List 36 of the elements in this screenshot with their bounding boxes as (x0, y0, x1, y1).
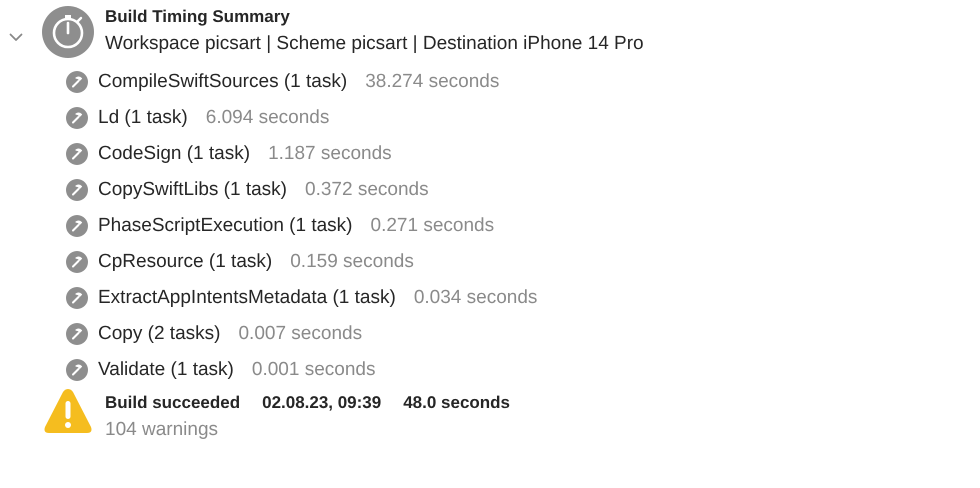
task-name: CopySwiftLibs (1 task) (98, 179, 288, 201)
task-duration: 0.007 seconds (238, 323, 362, 345)
hammer-icon (66, 71, 88, 93)
warning-count: 104 warnings (105, 418, 220, 442)
stopwatch-icon (42, 6, 94, 58)
hammer-icon (66, 359, 88, 381)
task-name: PhaseScriptExecution (1 task) (98, 215, 353, 237)
hammer-icon (66, 215, 88, 237)
build-date: 02.08.23, 09:39 (262, 392, 382, 414)
task-name: Copy (2 tasks) (98, 323, 220, 345)
task-name: CpResource (1 task) (98, 251, 272, 273)
hammer-icon (66, 287, 88, 309)
task-duration: 0.271 seconds (370, 215, 494, 237)
task-duration: 6.094 seconds (206, 107, 330, 129)
summary-title: Build Timing Summary (105, 6, 291, 28)
warning-icon (43, 387, 93, 435)
build-duration: 48.0 seconds (403, 392, 510, 414)
task-duration: 0.159 seconds (290, 251, 414, 273)
task-name: ExtractAppIntentsMetadata (1 task) (98, 287, 396, 309)
task-name: Validate (1 task) (98, 359, 234, 381)
hammer-icon (66, 179, 88, 201)
task-name: Ld (1 task) (98, 107, 188, 129)
task-duration: 1.187 seconds (268, 143, 392, 165)
task-name: CodeSign (1 task) (98, 143, 250, 165)
task-duration: 38.274 seconds (365, 71, 500, 93)
task-duration: 0.372 seconds (305, 179, 429, 201)
hammer-icon (66, 323, 88, 345)
summary-subtitle: Workspace picsart | Scheme picsart | Destination iPhone 14 Pro (105, 32, 644, 56)
build-status: Build succeeded (105, 392, 240, 414)
hammer-icon (66, 251, 88, 273)
chevron-icon[interactable] (9, 33, 23, 42)
hammer-icon (66, 143, 88, 165)
hammer-icon (66, 107, 88, 129)
task-name: CompileSwiftSources (1 task) (98, 71, 348, 93)
task-duration: 0.001 seconds (252, 359, 376, 381)
task-duration: 0.034 seconds (414, 287, 538, 309)
